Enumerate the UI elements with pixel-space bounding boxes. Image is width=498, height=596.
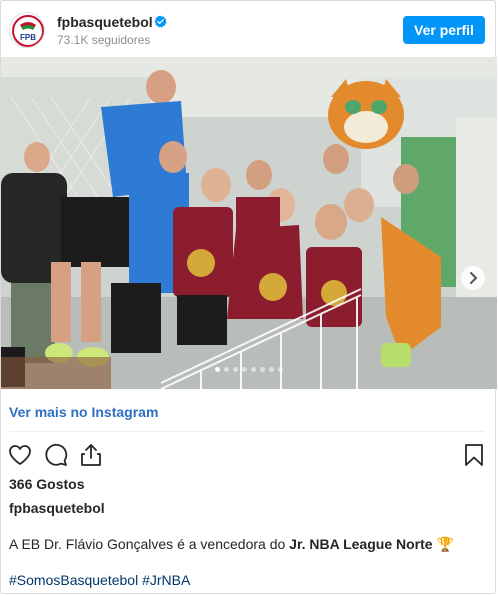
comment-icon[interactable] (43, 442, 69, 468)
profile-avatar[interactable]: FPB (9, 12, 45, 48)
verified-badge-icon (154, 15, 167, 28)
like-count[interactable]: 366 Gostos (9, 476, 84, 492)
carousel-dot (278, 367, 283, 372)
carousel-dot (251, 367, 256, 372)
post-photo[interactable] (1, 57, 497, 389)
team-photo-image (1, 57, 497, 389)
caption-username[interactable]: fpbasquetebol (9, 500, 105, 516)
view-profile-button[interactable]: Ver perfil (403, 16, 485, 44)
next-photo-button[interactable] (461, 266, 485, 290)
chevron-right-icon (470, 272, 477, 284)
divider (9, 431, 485, 432)
carousel-dot (233, 367, 238, 372)
carousel-dots (1, 367, 497, 375)
profile-username[interactable]: fpbasquetebol (57, 14, 153, 30)
carousel-dot (260, 367, 265, 372)
share-icon[interactable] (78, 442, 104, 468)
trophy-icon: 🏆 (436, 536, 454, 552)
view-more-link[interactable]: Ver mais no Instagram (9, 404, 158, 420)
fpb-logo-icon: FPB (12, 15, 44, 47)
post-header: FPB fpbasquetebol 73.1K seguidores Ver p… (1, 1, 497, 57)
heart-icon[interactable] (7, 442, 33, 468)
caption-highlight: Jr. NBA League Norte (289, 536, 433, 552)
carousel-dot (224, 367, 229, 372)
carousel-dot (215, 367, 220, 372)
bookmark-icon[interactable] (461, 442, 487, 468)
post-caption: A EB Dr. Flávio Gonçalves é a vencedora … (9, 536, 454, 553)
caption-text: A EB Dr. Flávio Gonçalves é a vencedora … (9, 536, 290, 552)
svg-text:FPB: FPB (20, 33, 36, 42)
carousel-dot (269, 367, 274, 372)
carousel-dot (242, 367, 247, 372)
instagram-embed: FPB fpbasquetebol 73.1K seguidores Ver p… (0, 0, 497, 594)
post-hashtags[interactable]: #SomosBasquetebol #JrNBA (9, 572, 190, 588)
follower-count: 73.1K seguidores (57, 33, 151, 47)
